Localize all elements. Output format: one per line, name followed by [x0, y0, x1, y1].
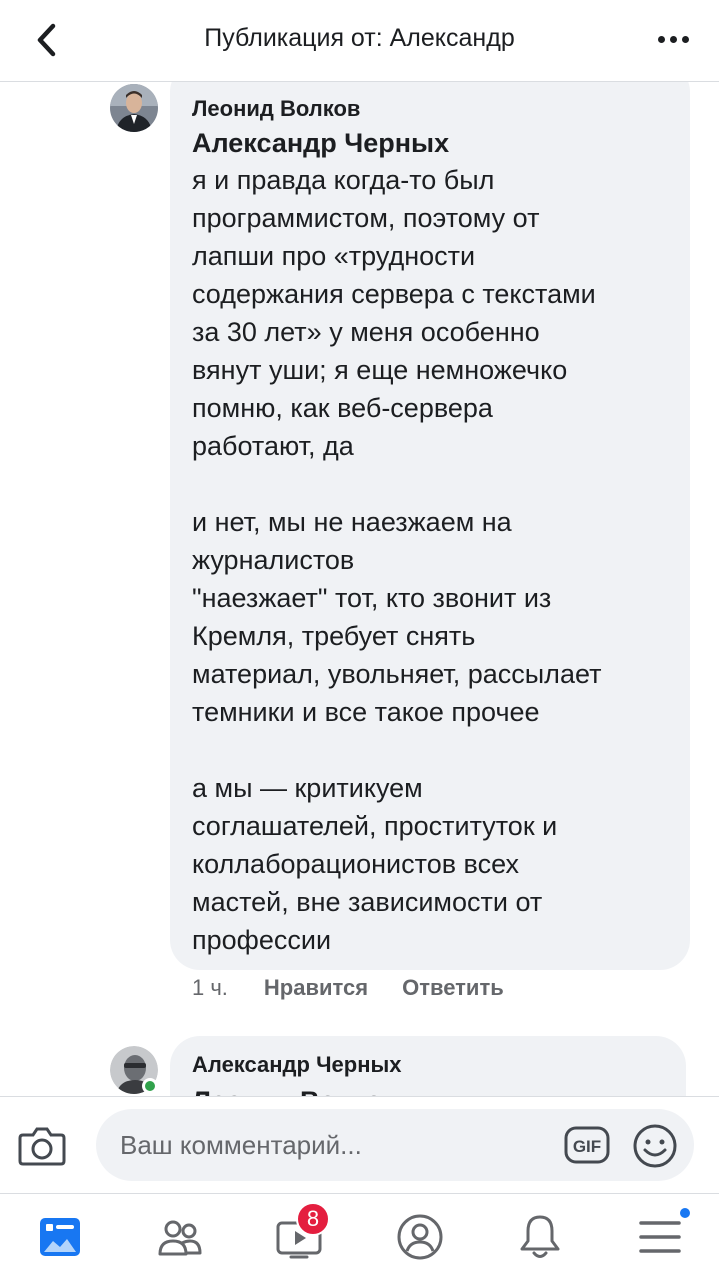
comment-text: я и правда когда-то был программистом, п…: [192, 165, 602, 955]
groups-icon: [158, 1220, 202, 1256]
bottom-tab-bar: 8: [0, 1194, 719, 1280]
user-photo: [110, 84, 158, 132]
comment-author[interactable]: Александр Черных: [192, 1052, 662, 1078]
camera-button[interactable]: [18, 1123, 66, 1167]
news-feed-icon: [40, 1218, 80, 1256]
tab-notifications[interactable]: [512, 1212, 568, 1262]
svg-text:GIF: GIF: [573, 1137, 601, 1156]
comment-author[interactable]: Леонид Волков: [192, 96, 666, 122]
like-button[interactable]: Нравится: [264, 975, 368, 1001]
avatar[interactable]: [110, 84, 158, 132]
gif-button[interactable]: GIF: [564, 1126, 610, 1164]
more-dots-icon: [657, 35, 665, 43]
comment-composer: GIF: [0, 1096, 719, 1194]
comment-input-wrapper[interactable]: GIF: [96, 1109, 694, 1181]
online-status-dot: [142, 1078, 158, 1094]
reply-button[interactable]: Ответить: [402, 975, 504, 1001]
camera-icon: [18, 1127, 66, 1166]
more-options-button[interactable]: [653, 26, 693, 52]
gif-icon: GIF: [564, 1126, 610, 1164]
comment-input[interactable]: [120, 1109, 540, 1181]
smile-icon: [633, 1124, 677, 1168]
comment-timestamp[interactable]: 1 ч.: [192, 975, 228, 1001]
comment-bubble[interactable]: Леонид Волков Александр Черных я и правд…: [170, 82, 690, 970]
menu-icon: [639, 1221, 681, 1253]
page-title: Публикация от: Александр: [204, 24, 515, 52]
tab-profile[interactable]: [392, 1212, 448, 1262]
profile-icon: [397, 1214, 443, 1260]
top-bar: Публикация от: Александр: [0, 0, 719, 82]
tab-groups[interactable]: [152, 1212, 208, 1262]
mention-tag[interactable]: Александр Черных: [192, 128, 666, 159]
mention-tag[interactable]: Леонид Волков: [192, 1086, 662, 1096]
tab-menu[interactable]: [632, 1206, 692, 1262]
emoji-button[interactable]: [632, 1123, 678, 1169]
new-indicator-dot: [678, 1206, 692, 1220]
tab-watch[interactable]: 8: [272, 1202, 330, 1262]
tab-news-feed[interactable]: [32, 1212, 88, 1262]
comments-thread[interactable]: Леонид Волков Александр Черных я и правд…: [0, 82, 719, 1096]
bell-icon: [520, 1215, 560, 1258]
avatar[interactable]: [110, 1046, 158, 1094]
comment-actions: 1 ч. Нравится Ответить: [192, 975, 538, 1001]
comment-bubble[interactable]: Александр Черных Леонид Волков: [170, 1036, 686, 1096]
notification-badge: 8: [296, 1202, 330, 1236]
